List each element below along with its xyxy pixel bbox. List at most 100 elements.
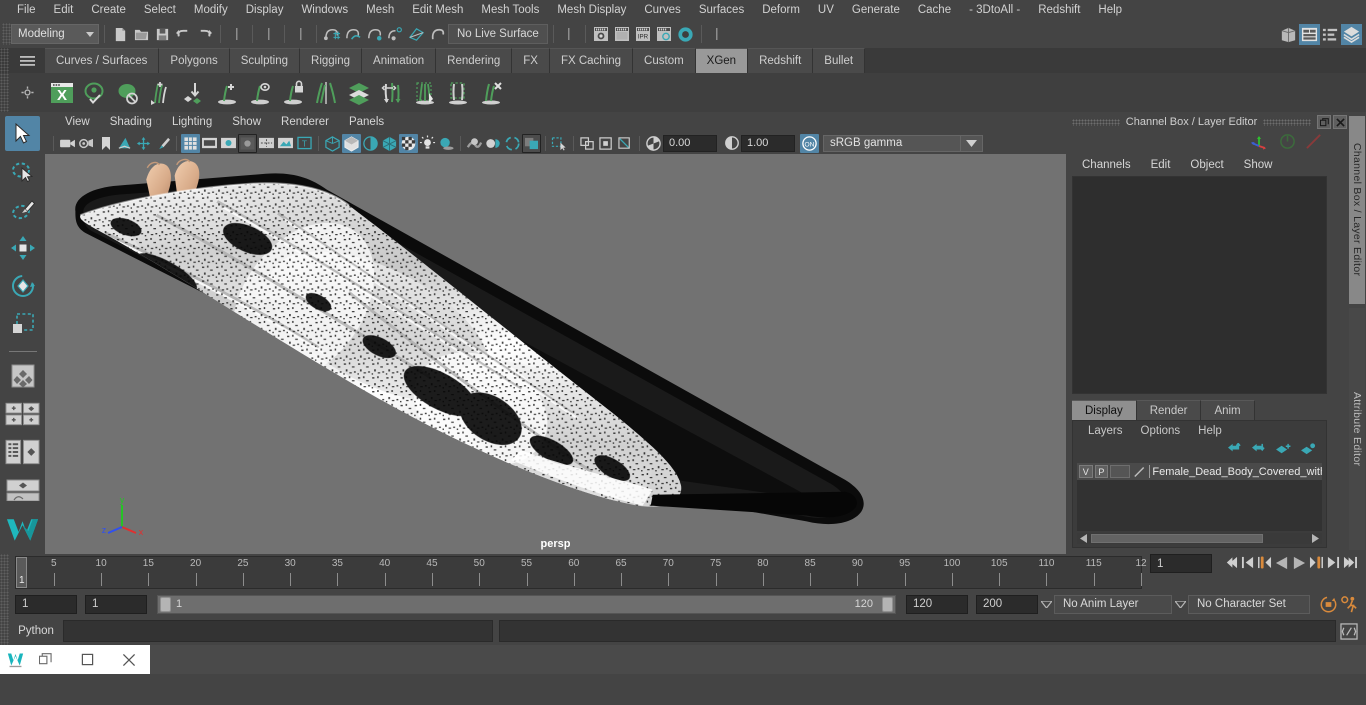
outliner-persp-layout[interactable]	[5, 434, 40, 469]
step-back-keyframe-icon[interactable]	[1239, 554, 1256, 571]
viewport-menu-shading[interactable]: Shading	[100, 112, 162, 132]
step-forward-frame-icon[interactable]	[1307, 554, 1324, 571]
lasso-select-tool[interactable]	[5, 154, 40, 189]
snap-to-view-plane-icon[interactable]	[406, 24, 427, 45]
playback-start-time-field[interactable]: 1	[85, 594, 147, 614]
play-forwards-icon[interactable]	[1290, 554, 1307, 571]
open-scene-icon[interactable]	[131, 24, 152, 45]
layer-visibility-toggle[interactable]: V	[1079, 465, 1093, 478]
menu-item-windows[interactable]: Windows	[292, 0, 357, 20]
shelf-icons-grip[interactable]	[0, 73, 9, 112]
close-icon[interactable]	[108, 645, 150, 674]
rotate-tool[interactable]	[5, 268, 40, 303]
play-backwards-icon[interactable]	[1273, 554, 1290, 571]
menu-item-uv[interactable]: UV	[809, 0, 843, 20]
layer-name[interactable]: Female_Dead_Body_Covered_with_Cl	[1152, 466, 1322, 478]
show-hide-editors-icon[interactable]	[1278, 24, 1299, 45]
range-slider-grip[interactable]	[0, 591, 9, 617]
command-input-field[interactable]	[63, 620, 493, 642]
current-time-indicator[interactable]: 1	[16, 557, 27, 588]
xgen-editor-icon[interactable]: X	[45, 76, 78, 109]
range-end-handle[interactable]	[882, 596, 893, 612]
gate-mask-icon[interactable]	[238, 133, 257, 153]
xgen-mirror-guides-icon[interactable]	[309, 76, 342, 109]
menu-item-mesh-display[interactable]: Mesh Display	[548, 0, 635, 20]
attribute-editor-toggle-icon[interactable]	[1299, 23, 1320, 45]
shape-channels-icon[interactable]	[1305, 133, 1323, 153]
shelf-tab-custom[interactable]: Custom	[633, 48, 696, 73]
film-origin-icon[interactable]	[257, 134, 276, 153]
shelf-tab-fx-caching[interactable]: FX Caching	[549, 48, 634, 73]
move-layer-down-icon[interactable]	[1251, 443, 1266, 459]
menu-item-modify[interactable]: Modify	[185, 0, 237, 20]
select-by-object-icon[interactable]	[258, 24, 279, 45]
color-space-dropdown-arrow[interactable]	[961, 134, 983, 152]
menu-item-mesh[interactable]: Mesh	[357, 0, 403, 20]
move-tool[interactable]	[5, 230, 40, 265]
anim-layer-selector[interactable]: No Anim Layer	[1054, 594, 1172, 614]
xgen-grow-icon[interactable]	[210, 76, 243, 109]
display-layer-list[interactable]: V P Female_Dead_Body_Covered_with_Cl	[1077, 463, 1322, 531]
layer-menu-help[interactable]: Help	[1189, 421, 1231, 441]
snap-to-grid-icon[interactable]	[322, 24, 343, 45]
four-view-layout[interactable]	[5, 396, 40, 431]
select-drag-icon[interactable]	[616, 134, 635, 153]
color-management-icon[interactable]: ON	[800, 133, 819, 153]
channel-menu-show[interactable]: Show	[1234, 154, 1283, 176]
select-by-hierarchy-icon[interactable]	[226, 24, 247, 45]
go-to-start-icon[interactable]	[1222, 554, 1239, 571]
menu-item-select[interactable]: Select	[135, 0, 185, 20]
resolution-gate-icon[interactable]	[219, 134, 238, 153]
select-divider-icon[interactable]	[707, 24, 728, 45]
range-start-handle[interactable]	[160, 596, 171, 612]
save-scene-icon[interactable]	[152, 24, 173, 45]
layer-menu-layers[interactable]: Layers	[1079, 421, 1132, 441]
shelf-tab-rigging[interactable]: Rigging	[300, 48, 363, 73]
menu-item-create[interactable]: Create	[82, 0, 135, 20]
restore-icon[interactable]	[24, 645, 66, 674]
shelf-tab-polygons[interactable]: Polygons	[159, 48, 230, 73]
playback-end-time-field[interactable]: 120	[906, 594, 968, 614]
channel-menu-channels[interactable]: Channels	[1072, 154, 1141, 176]
output-channels-icon[interactable]	[1279, 133, 1296, 153]
shelf-menu-button[interactable]	[9, 55, 45, 66]
scale-tool[interactable]	[5, 306, 40, 341]
hypershade-icon[interactable]	[675, 24, 696, 45]
panel-grip-left[interactable]	[1072, 118, 1120, 126]
viewport-menu-show[interactable]: Show	[222, 112, 271, 132]
xray-text-icon[interactable]: T	[295, 134, 314, 153]
shelf-tab-xgen[interactable]: XGen	[695, 48, 749, 73]
render-current-frame-icon[interactable]	[612, 24, 633, 45]
menu-item-mesh-tools[interactable]: Mesh Tools	[472, 0, 548, 20]
xgen-delete-guide-icon[interactable]	[474, 76, 507, 109]
wireframe-icon[interactable]	[323, 134, 342, 153]
layer-tab-display[interactable]: Display	[1072, 400, 1137, 420]
move-layer-up-icon[interactable]	[1227, 442, 1242, 459]
menu-item-deform[interactable]: Deform	[753, 0, 809, 20]
undock-icon[interactable]	[1317, 115, 1331, 129]
xgen-add-guides-icon[interactable]	[144, 76, 177, 109]
shelf-tab-curves-surfaces[interactable]: Curves / Surfaces	[45, 48, 160, 73]
menu-set-selector[interactable]: Modeling	[11, 24, 99, 44]
select-camera-icon[interactable]	[58, 134, 77, 153]
redo-icon[interactable]	[194, 24, 215, 45]
textured-icon[interactable]	[399, 133, 418, 153]
viewport-menu-renderer[interactable]: Renderer	[271, 112, 339, 132]
bookmark-icon[interactable]	[96, 134, 115, 153]
new-layer-from-selected-icon[interactable]	[1300, 443, 1316, 459]
menu-item-generate[interactable]: Generate	[843, 0, 909, 20]
viewport-menu-lighting[interactable]: Lighting	[162, 112, 222, 132]
menu-item-curves[interactable]: Curves	[635, 0, 689, 20]
shelf-tab-animation[interactable]: Animation	[362, 48, 437, 73]
color-space-selector[interactable]: sRGB gamma	[823, 134, 961, 152]
xgen-lock-guide-icon[interactable]	[276, 76, 309, 109]
3d-viewport[interactable]: persp y x z	[45, 154, 1066, 554]
menu-item-redshift[interactable]: Redshift	[1029, 0, 1089, 20]
go-to-end-icon[interactable]	[1341, 554, 1358, 571]
shelf-grip[interactable]	[0, 48, 9, 73]
motion-blur-icon[interactable]	[484, 134, 503, 153]
close-icon[interactable]	[1333, 115, 1347, 129]
scroll-left-arrow-icon[interactable]	[1079, 534, 1089, 543]
maximize-icon[interactable]	[66, 645, 108, 674]
shelf-tab-fx[interactable]: FX	[512, 48, 550, 73]
